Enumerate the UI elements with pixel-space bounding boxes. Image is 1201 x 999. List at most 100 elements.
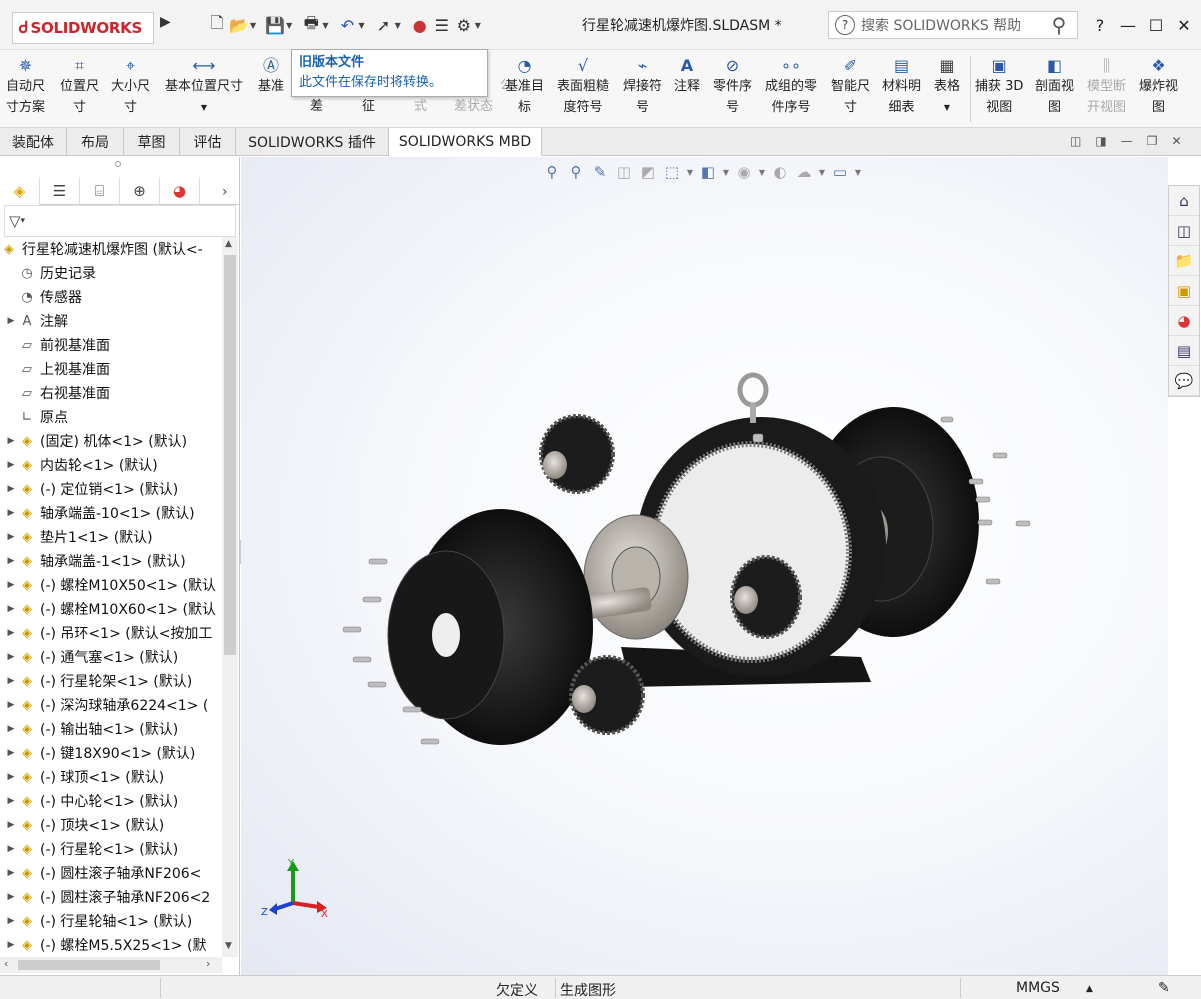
scroll-up-icon[interactable]: ▲: [225, 239, 232, 249]
tree-item[interactable]: ▶ ◈ (-) 顶块<1> (默认): [0, 813, 165, 837]
tree-item[interactable]: ◷ 历史记录: [0, 261, 96, 285]
tree-item[interactable]: ▶ ◈ (-) 深沟球轴承6224<1> (: [0, 693, 209, 717]
tree-item[interactable]: ▱ 上视基准面: [0, 357, 110, 381]
open-document-icon[interactable]: 📂: [228, 14, 250, 36]
ribbon-capture-3d-view[interactable]: ▣ 捕获 3D 视图: [975, 54, 1023, 118]
expand-arrow-icon[interactable]: ▶: [4, 628, 18, 638]
expand-arrow-icon[interactable]: ▶: [4, 748, 18, 758]
ribbon-stacked-balloon[interactable]: ∘∘ 成组的零 件序号: [765, 54, 817, 118]
tree-filter[interactable]: ▽ ▾: [4, 205, 236, 237]
solidworks-forum-icon[interactable]: 💬: [1169, 366, 1199, 396]
exploded-gearbox-model[interactable]: [241, 157, 1168, 975]
options-dropdown-icon[interactable]: ▼: [475, 21, 481, 30]
dropdown-arrow-icon[interactable]: ▼: [944, 97, 950, 118]
ribbon-note[interactable]: A 注释: [674, 54, 700, 97]
ribbon-datum[interactable]: Ⓐ 基准: [258, 54, 284, 97]
select-icon[interactable]: ➚: [373, 14, 395, 36]
tree-item[interactable]: ▶ ◈ (-) 球顶<1> (默认): [0, 765, 165, 789]
ribbon-table[interactable]: ▦ 表格 ▼: [934, 54, 960, 118]
view-palette-icon[interactable]: ▣: [1169, 276, 1199, 306]
units-selector[interactable]: MMGS: [1016, 980, 1060, 996]
ribbon-basic-location-dimension[interactable]: ⟷ 基本位置尺寸 ▼: [165, 54, 243, 118]
maximize-button[interactable]: ☐: [1142, 12, 1170, 38]
ribbon-section-view[interactable]: ◧ 剖面视 图: [1035, 54, 1074, 118]
appearances-icon[interactable]: ◕: [1169, 306, 1199, 336]
tree-item[interactable]: ▶ ◈ (-) 螺栓M5.5X25<1> (默: [0, 933, 207, 957]
configurationmanager-tab-icon[interactable]: ⌸: [80, 177, 120, 205]
expand-arrow-icon[interactable]: ▶: [4, 772, 18, 782]
tree-item[interactable]: ▶ ◈ (-) 键18X90<1> (默认): [0, 741, 196, 765]
more-tabs-arrow-icon[interactable]: ›: [222, 184, 228, 200]
doc-close-icon[interactable]: ✕: [1171, 134, 1181, 148]
select-dropdown-icon[interactable]: ▼: [395, 21, 401, 30]
expand-arrow-icon[interactable]: ▶: [4, 604, 18, 614]
tree-item[interactable]: ▶ ◈ 轴承端盖-10<1> (默认): [0, 501, 195, 525]
menu-expand-icon[interactable]: ▶: [160, 14, 171, 30]
expand-arrow-icon[interactable]: ▶: [4, 556, 18, 566]
scroll-thumb[interactable]: [224, 255, 236, 655]
tree-vertical-scrollbar[interactable]: ▲ ▼: [222, 237, 238, 957]
tree-item[interactable]: ▶ ◈ (-) 圆柱滚子轴承NF206<2: [0, 885, 211, 909]
tree-item[interactable]: ▶ ◈ 轴承端盖-1<1> (默认): [0, 549, 186, 573]
tab-sketch[interactable]: 草图: [124, 128, 180, 156]
ribbon-size-dimension[interactable]: ⌖ 大小尺 寸: [111, 54, 150, 118]
doc-minimize-icon[interactable]: —: [1121, 134, 1133, 148]
tree-horizontal-scrollbar[interactable]: ‹ ›: [0, 957, 222, 973]
tree-item[interactable]: ▶ ◈ (-) 输出轴<1> (默认): [0, 717, 179, 741]
open-dropdown-icon[interactable]: ▼: [250, 21, 256, 30]
ribbon-pattern-partial[interactable]: 式: [414, 96, 427, 117]
rebuild-icon[interactable]: ●: [409, 14, 431, 36]
tree-item[interactable]: ▶ ◈ (-) 螺栓M10X60<1> (默认: [0, 597, 216, 621]
ribbon-smart-dimension[interactable]: ✐ 智能尺 寸: [831, 54, 870, 118]
print-dropdown-icon[interactable]: ▼: [322, 21, 328, 30]
tree-item[interactable]: ▶ A 注解: [0, 309, 68, 333]
propertymanager-tab-icon[interactable]: ☰: [40, 177, 80, 205]
save-icon[interactable]: 💾: [264, 14, 286, 36]
scroll-down-icon[interactable]: ▼: [225, 941, 232, 951]
tree-item[interactable]: ▶ ◈ (固定) 机体<1> (默认): [0, 429, 188, 453]
expand-arrow-icon[interactable]: ▶: [4, 724, 18, 734]
ribbon-feature-partial[interactable]: 征: [362, 96, 375, 117]
tree-item[interactable]: ▶ ◈ (-) 行星轮<1> (默认): [0, 837, 179, 861]
help-search[interactable]: ? 搜索 SOLIDWORKS 帮助 ⚲: [828, 11, 1078, 39]
restore-pane-icon[interactable]: ◫: [1070, 134, 1081, 148]
tab-solidworks-addins[interactable]: SOLIDWORKS 插件: [236, 128, 389, 156]
tree-item[interactable]: ▶ ◈ (-) 通气塞<1> (默认): [0, 645, 179, 669]
tree-item[interactable]: ▶ ◈ (-) 行星轮轴<1> (默认): [0, 909, 193, 933]
help-button[interactable]: ?: [1086, 12, 1114, 38]
ribbon-bom[interactable]: ▤ 材料明 细表: [882, 54, 921, 118]
tab-layout[interactable]: 布局: [67, 128, 124, 156]
tab-assembly[interactable]: 装配体: [0, 128, 67, 156]
ribbon-location-dimension[interactable]: ⌗ 位置尺 寸: [60, 54, 99, 118]
expand-arrow-icon[interactable]: ▶: [4, 508, 18, 518]
expand-arrow-icon[interactable]: ▶: [4, 316, 18, 326]
ribbon-datum-target[interactable]: ◔ 基准目 标: [505, 54, 544, 118]
ribbon-auto-dimension[interactable]: ✵ 自动尺 寸方案: [6, 54, 45, 118]
minimize-button[interactable]: —: [1114, 12, 1142, 38]
undo-dropdown-icon[interactable]: ▼: [358, 21, 364, 30]
options-gear-icon[interactable]: ⚙: [453, 14, 475, 36]
expand-arrow-icon[interactable]: ▶: [4, 820, 18, 830]
tab-solidworks-mbd[interactable]: SOLIDWORKS MBD: [389, 128, 542, 156]
expand-arrow-icon[interactable]: ▶: [4, 676, 18, 686]
tree-item[interactable]: ▶ ◈ (-) 中心轮<1> (默认): [0, 789, 179, 813]
save-dropdown-icon[interactable]: ▼: [286, 21, 292, 30]
tree-item[interactable]: ▶ ◈ (-) 螺栓M10X50<1> (默认: [0, 573, 216, 597]
new-document-icon[interactable]: 🗋: [206, 13, 228, 36]
ribbon-surface-finish[interactable]: √ 表面粗糙 度符号: [557, 54, 609, 118]
home-icon[interactable]: ⌂: [1169, 186, 1199, 216]
expand-arrow-icon[interactable]: ▶: [4, 484, 18, 494]
graphics-area[interactable]: ⚲ ⚲ ✎ ◫ ◩ ⬚ ▼ ◧ ▼ ◉ ▼ ◐ ☁ ▼ ▭ ▼ Y X Z: [241, 157, 1168, 975]
tab-evaluate[interactable]: 评估: [180, 128, 236, 156]
expand-arrow-icon[interactable]: ▶: [4, 700, 18, 710]
scroll-right-icon[interactable]: ›: [206, 957, 210, 970]
close-button[interactable]: ✕: [1170, 12, 1198, 38]
ribbon-balloon[interactable]: ⊘ 零件序 号: [713, 54, 752, 118]
tree-item[interactable]: ▱ 右视基准面: [0, 381, 110, 405]
ribbon-weld-symbol[interactable]: ⌁ 焊接符 号: [623, 54, 662, 118]
expand-arrow-icon[interactable]: ▶: [4, 652, 18, 662]
tree-item[interactable]: ▶ ◈ (-) 定位销<1> (默认): [0, 477, 179, 501]
search-input[interactable]: 搜索 SOLIDWORKS 帮助: [861, 15, 1041, 35]
units-dropdown-icon[interactable]: ▲: [1086, 984, 1093, 994]
expand-arrow-icon[interactable]: ▶: [4, 916, 18, 926]
